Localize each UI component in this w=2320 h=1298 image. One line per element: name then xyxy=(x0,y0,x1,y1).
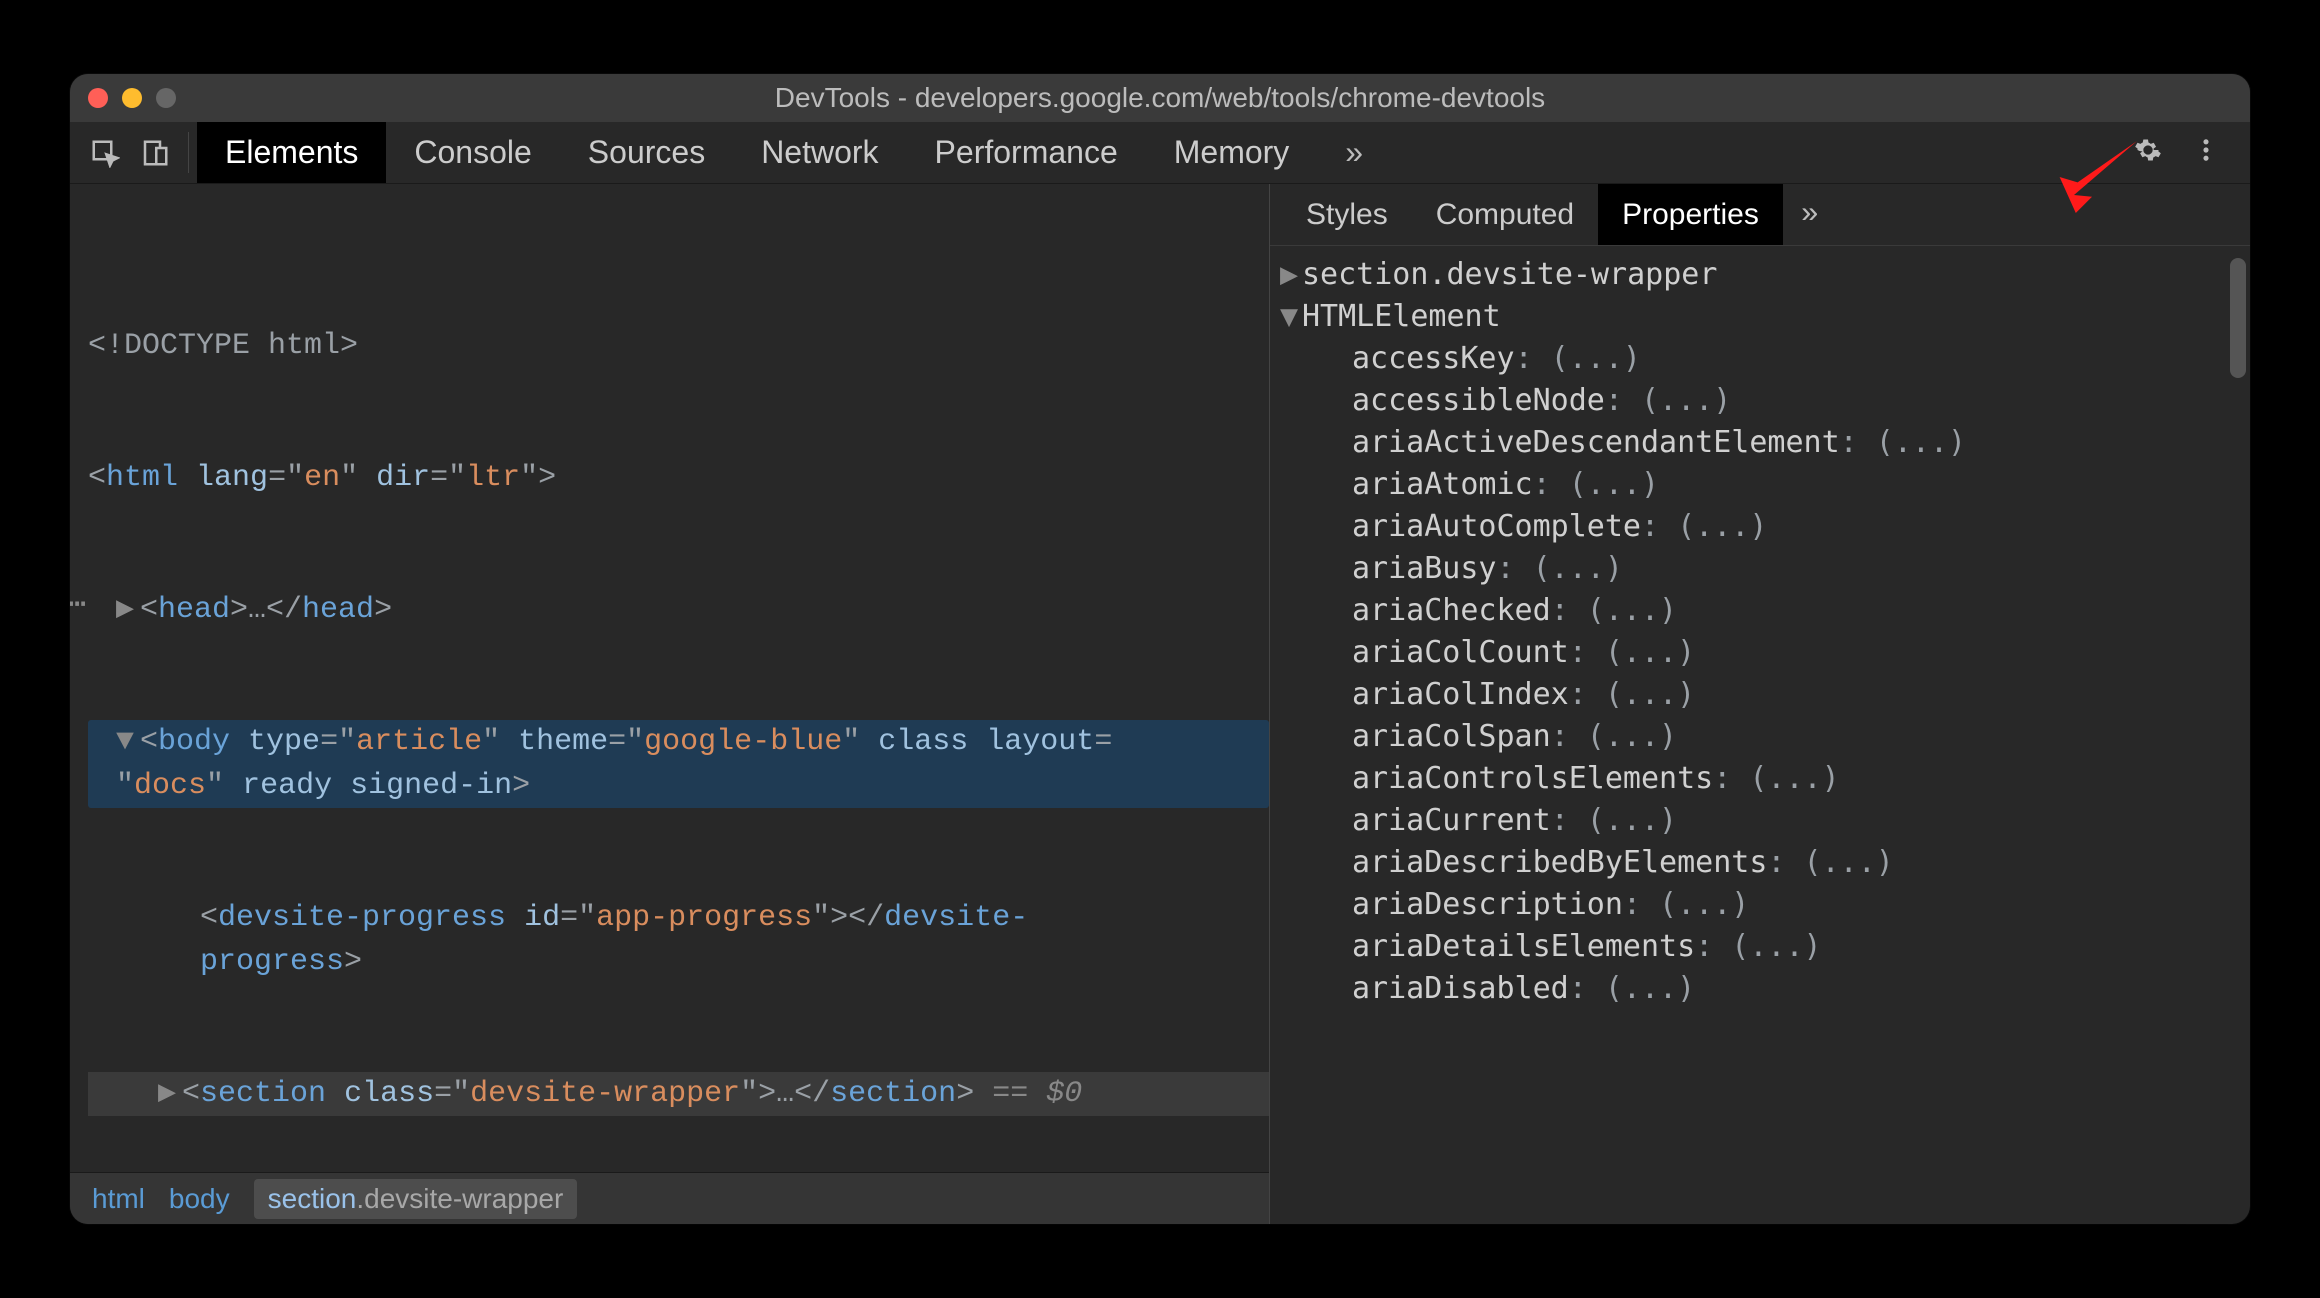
tab-console[interactable]: Console xyxy=(386,122,559,183)
traffic-lights xyxy=(88,88,176,108)
property-row[interactable]: ariaCurrent: (...) xyxy=(1280,800,2250,842)
property-row[interactable]: accessKey: (...) xyxy=(1280,338,2250,380)
dom-tree[interactable]: ⋯ <!DOCTYPE html> <html lang="en" dir="l… xyxy=(70,184,1269,1172)
settings-icon[interactable] xyxy=(2134,136,2162,169)
dom-doctype: <!DOCTYPE html> xyxy=(88,329,358,363)
breadcrumb-html[interactable]: html xyxy=(92,1183,145,1215)
property-row[interactable]: ariaAtomic: (...) xyxy=(1280,464,2250,506)
tab-sources[interactable]: Sources xyxy=(560,122,733,183)
scrollbar-thumb[interactable] xyxy=(2230,258,2246,378)
subtab-properties[interactable]: Properties xyxy=(1598,184,1783,245)
dom-selected-section[interactable]: ▶<section class="devsite-wrapper">…</sec… xyxy=(88,1072,1269,1116)
dom-body-open[interactable]: ▼<body type="article" theme="google-blue… xyxy=(88,720,1269,808)
device-toolbar-icon[interactable] xyxy=(130,122,180,183)
devtools-window: DevTools - developers.google.com/web/too… xyxy=(70,74,2250,1224)
elements-panel: ⋯ <!DOCTYPE html> <html lang="en" dir="l… xyxy=(70,184,1270,1224)
subtab-styles[interactable]: Styles xyxy=(1282,184,1412,245)
minimize-window-button[interactable] xyxy=(122,88,142,108)
divider xyxy=(188,132,189,173)
property-row[interactable]: ariaDetailsElements: (...) xyxy=(1280,926,2250,968)
property-row[interactable]: ariaBusy: (...) xyxy=(1280,548,2250,590)
property-row[interactable]: ariaAutoComplete: (...) xyxy=(1280,506,2250,548)
property-row[interactable]: ariaColCount: (...) xyxy=(1280,632,2250,674)
property-row[interactable]: accessibleNode: (...) xyxy=(1280,380,2250,422)
dom-gutter-ellipsis: ⋯ xyxy=(70,584,88,628)
prop-htmlelement[interactable]: HTMLElement xyxy=(1302,299,1501,334)
property-row[interactable]: ariaColIndex: (...) xyxy=(1280,674,2250,716)
zoom-window-button[interactable] xyxy=(156,88,176,108)
breadcrumb-body[interactable]: body xyxy=(169,1183,230,1215)
close-window-button[interactable] xyxy=(88,88,108,108)
properties-pane[interactable]: ▶section.devsite-wrapper ▼HTMLElement ac… xyxy=(1270,246,2250,1224)
sidebar-panel: Styles Computed Properties » ▶section.de… xyxy=(1270,184,2250,1224)
toolbar-right xyxy=(2134,122,2250,183)
window-title: DevTools - developers.google.com/web/too… xyxy=(70,82,2250,114)
panel-body: ⋯ <!DOCTYPE html> <html lang="en" dir="l… xyxy=(70,184,2250,1224)
property-row[interactable]: ariaDisabled: (...) xyxy=(1280,968,2250,1010)
subtab-computed[interactable]: Computed xyxy=(1412,184,1598,245)
tab-performance[interactable]: Performance xyxy=(907,122,1146,183)
property-row[interactable]: ariaChecked: (...) xyxy=(1280,590,2250,632)
tab-memory[interactable]: Memory xyxy=(1146,122,1318,183)
prop-root[interactable]: section.devsite-wrapper xyxy=(1302,257,1717,292)
breadcrumb-active[interactable]: section.devsite-wrapper xyxy=(254,1179,578,1219)
property-row[interactable]: ariaControlsElements: (...) xyxy=(1280,758,2250,800)
inspect-element-icon[interactable] xyxy=(80,122,130,183)
subtab-overflow-icon[interactable]: » xyxy=(1783,184,1837,245)
property-row[interactable]: ariaColSpan: (...) xyxy=(1280,716,2250,758)
sidebar-tabs: Styles Computed Properties » xyxy=(1270,184,2250,246)
breadcrumb: html body section.devsite-wrapper xyxy=(70,1172,1269,1224)
property-row[interactable]: ariaDescription: (...) xyxy=(1280,884,2250,926)
more-options-icon[interactable] xyxy=(2192,136,2220,169)
titlebar: DevTools - developers.google.com/web/too… xyxy=(70,74,2250,122)
property-row[interactable]: ariaDescribedByElements: (...) xyxy=(1280,842,2250,884)
tab-elements[interactable]: Elements xyxy=(197,122,386,183)
main-toolbar: Elements Console Sources Network Perform… xyxy=(70,122,2250,184)
tab-overflow-icon[interactable]: » xyxy=(1317,122,1391,183)
tab-network[interactable]: Network xyxy=(733,122,906,183)
property-row[interactable]: ariaActiveDescendantElement: (...) xyxy=(1280,422,2250,464)
